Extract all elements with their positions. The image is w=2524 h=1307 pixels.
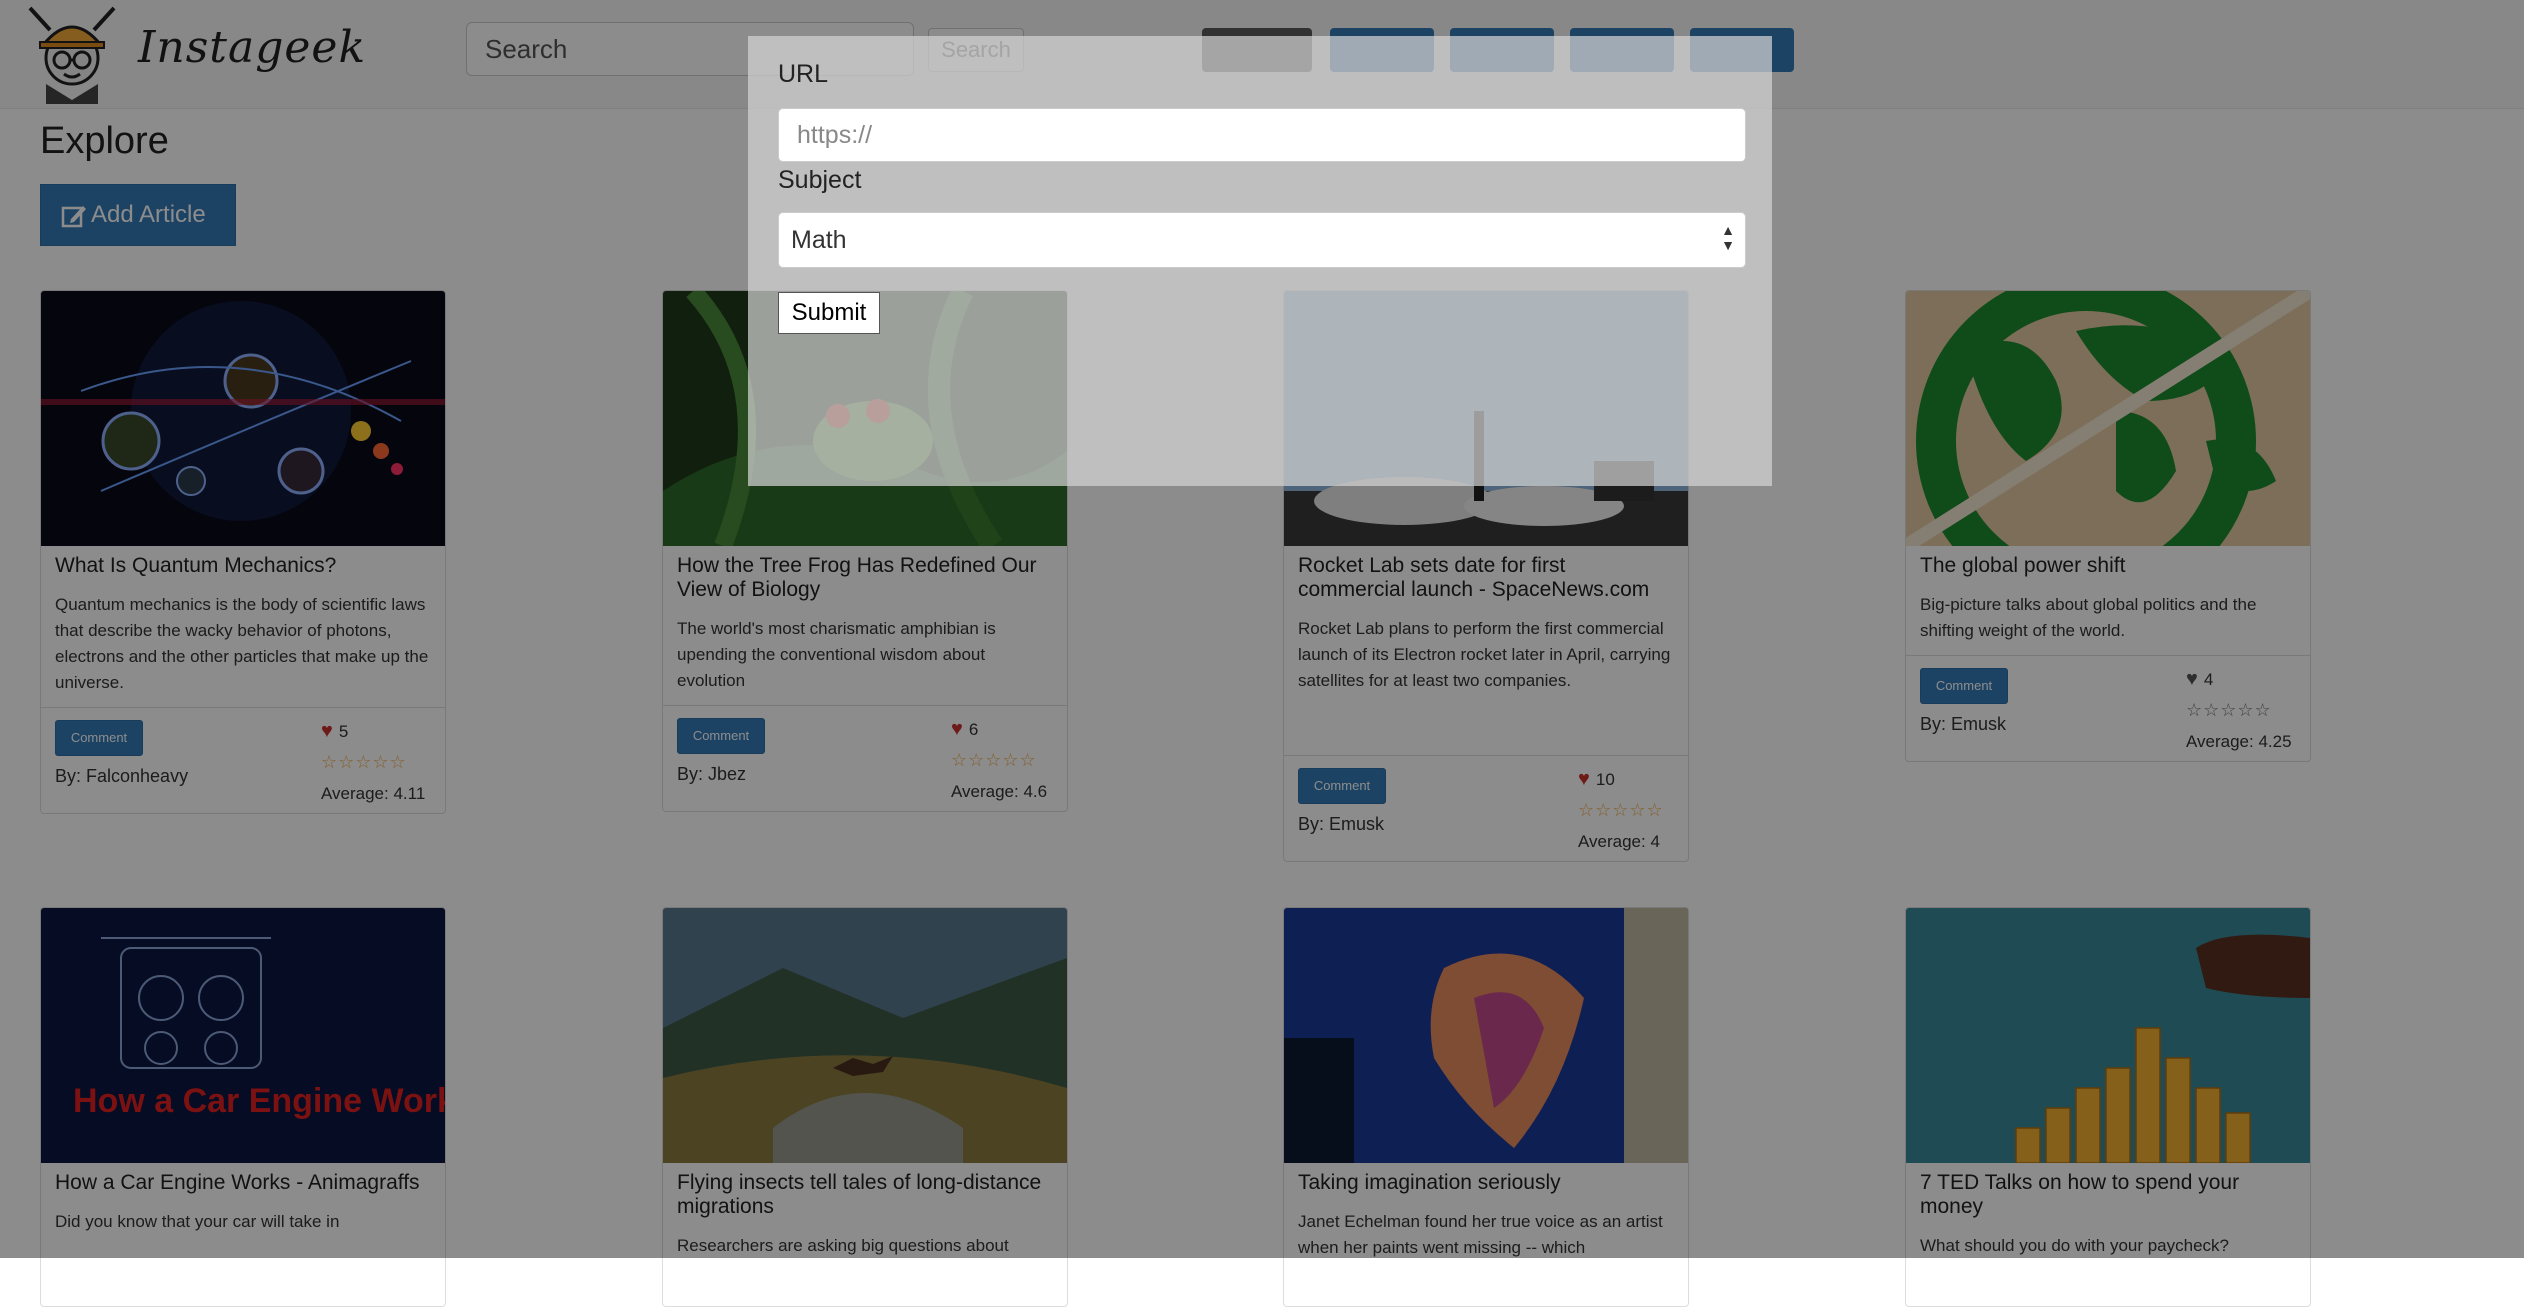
- submit-button[interactable]: Submit: [778, 292, 880, 334]
- url-input[interactable]: https://: [778, 108, 1746, 162]
- subject-label: Subject: [778, 166, 862, 194]
- select-arrows-icon: ▲ ▼: [1721, 222, 1735, 253]
- url-label: URL: [778, 60, 829, 88]
- subject-selected-value: Math: [791, 226, 847, 254]
- subject-select[interactable]: Math ▲ ▼: [778, 212, 1746, 268]
- add-article-modal: URL https:// Subject Math ▲ ▼ Submit: [748, 36, 1772, 486]
